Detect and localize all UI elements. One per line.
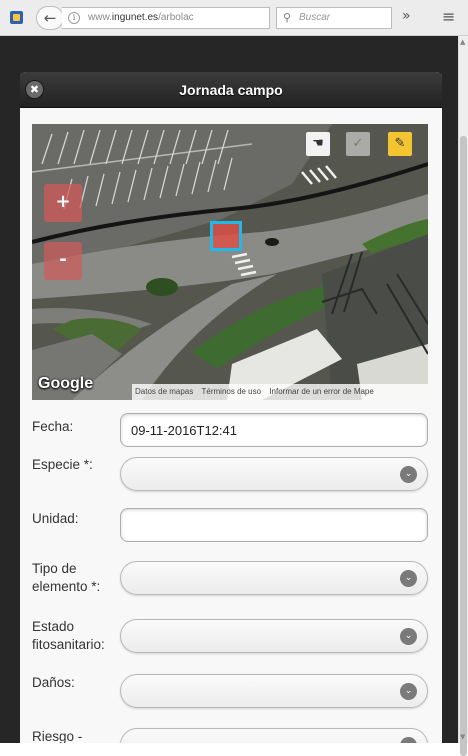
- map-attribution: Datos de mapas Términos de uso Informar …: [132, 384, 428, 400]
- tipo-elemento-select[interactable]: ⌄: [120, 561, 428, 595]
- danos-row: Daños: ⌄: [32, 670, 430, 710]
- chevron-down-icon: ⌄: [400, 466, 417, 483]
- fecha-label: Fecha:: [32, 419, 74, 434]
- chevron-down-icon: ⌄: [400, 570, 417, 587]
- tipo-elemento-label: Tipo de elemento *:: [32, 561, 101, 594]
- estado-label: Estado fitosanitario:: [32, 619, 105, 652]
- jornada-dialog: ✖ Jornada campo ☚ ✓ ✎ + - Google Datos d…: [20, 72, 442, 743]
- riesgo-select[interactable]: ⌄: [120, 728, 428, 743]
- app-favicon-icon: [10, 11, 23, 24]
- chevron-down-icon: ⌄: [400, 628, 417, 645]
- pan-hand-tool[interactable]: ☚: [306, 132, 330, 156]
- page-scrollbar[interactable]: ▲ ▼: [458, 36, 468, 756]
- select-tool[interactable]: ✓: [346, 132, 370, 156]
- map-selection-marker[interactable]: [210, 221, 242, 251]
- draw-tool[interactable]: ✎: [388, 132, 412, 156]
- riesgo-row: Riesgo - ⌄: [32, 724, 430, 743]
- danos-select[interactable]: ⌄: [120, 674, 428, 708]
- address-bar[interactable]: i www.ingunet.es/arbolac C: [62, 7, 321, 29]
- unidad-field[interactable]: [120, 508, 428, 542]
- especie-row: Especie *: ⌄: [32, 452, 430, 492]
- hamburger-menu-icon[interactable]: ≡: [442, 7, 455, 26]
- zoom-out-button[interactable]: -: [44, 242, 82, 280]
- back-button[interactable]: ←: [36, 6, 64, 30]
- chevron-down-icon: ⌄: [400, 737, 417, 743]
- riesgo-label: Riesgo -: [32, 729, 83, 743]
- pencil-icon: ✎: [394, 136, 406, 151]
- info-icon[interactable]: i: [68, 12, 80, 24]
- fecha-row: Fecha: 09-11-2016T12:41: [32, 410, 430, 450]
- back-arrow-icon: ←: [43, 9, 57, 27]
- search-icon: ⚲: [283, 11, 292, 24]
- dialog-title: Jornada campo: [179, 82, 283, 98]
- hand-icon: ☚: [312, 136, 324, 151]
- chevron-down-icon: ⌄: [400, 683, 417, 700]
- map-data-link[interactable]: Datos de mapas: [135, 387, 193, 396]
- scroll-up-icon[interactable]: ▲: [460, 38, 465, 46]
- terms-link[interactable]: Términos de uso: [202, 387, 262, 396]
- satellite-map[interactable]: ☚ ✓ ✎ + - Google Datos de mapas Términos…: [32, 124, 428, 400]
- estado-select[interactable]: ⌄: [120, 619, 428, 653]
- search-placeholder: Buscar: [299, 12, 331, 23]
- estado-row: Estado fitosanitario: ⌄: [32, 616, 430, 662]
- url-text: www.ingunet.es/arbolac: [88, 12, 194, 23]
- map-imagery: [32, 124, 428, 400]
- tipo-elemento-row: Tipo de elemento *: ⌄: [32, 558, 430, 604]
- zoom-in-button[interactable]: +: [44, 184, 82, 222]
- google-logo: Google: [38, 375, 94, 392]
- scrollbar-thumb[interactable]: [460, 136, 467, 756]
- report-error-link[interactable]: Informar de un error de Mape: [269, 387, 374, 396]
- especie-select[interactable]: ⌄: [120, 457, 428, 491]
- checkmark-icon: ✓: [352, 136, 364, 151]
- unidad-row: Unidad:: [32, 506, 430, 546]
- overflow-chevron-icon[interactable]: »: [402, 8, 411, 24]
- danos-label: Daños:: [32, 675, 75, 690]
- unidad-label: Unidad:: [32, 511, 79, 526]
- browser-toolbar: ← i www.ingunet.es/arbolac C ⚲ Buscar » …: [0, 0, 468, 36]
- especie-label: Especie *:: [32, 457, 93, 472]
- fecha-field[interactable]: 09-11-2016T12:41: [120, 413, 428, 447]
- dialog-header: ✖ Jornada campo: [20, 72, 442, 108]
- scroll-down-icon[interactable]: ▼: [460, 733, 465, 741]
- search-input[interactable]: ⚲ Buscar: [276, 7, 392, 29]
